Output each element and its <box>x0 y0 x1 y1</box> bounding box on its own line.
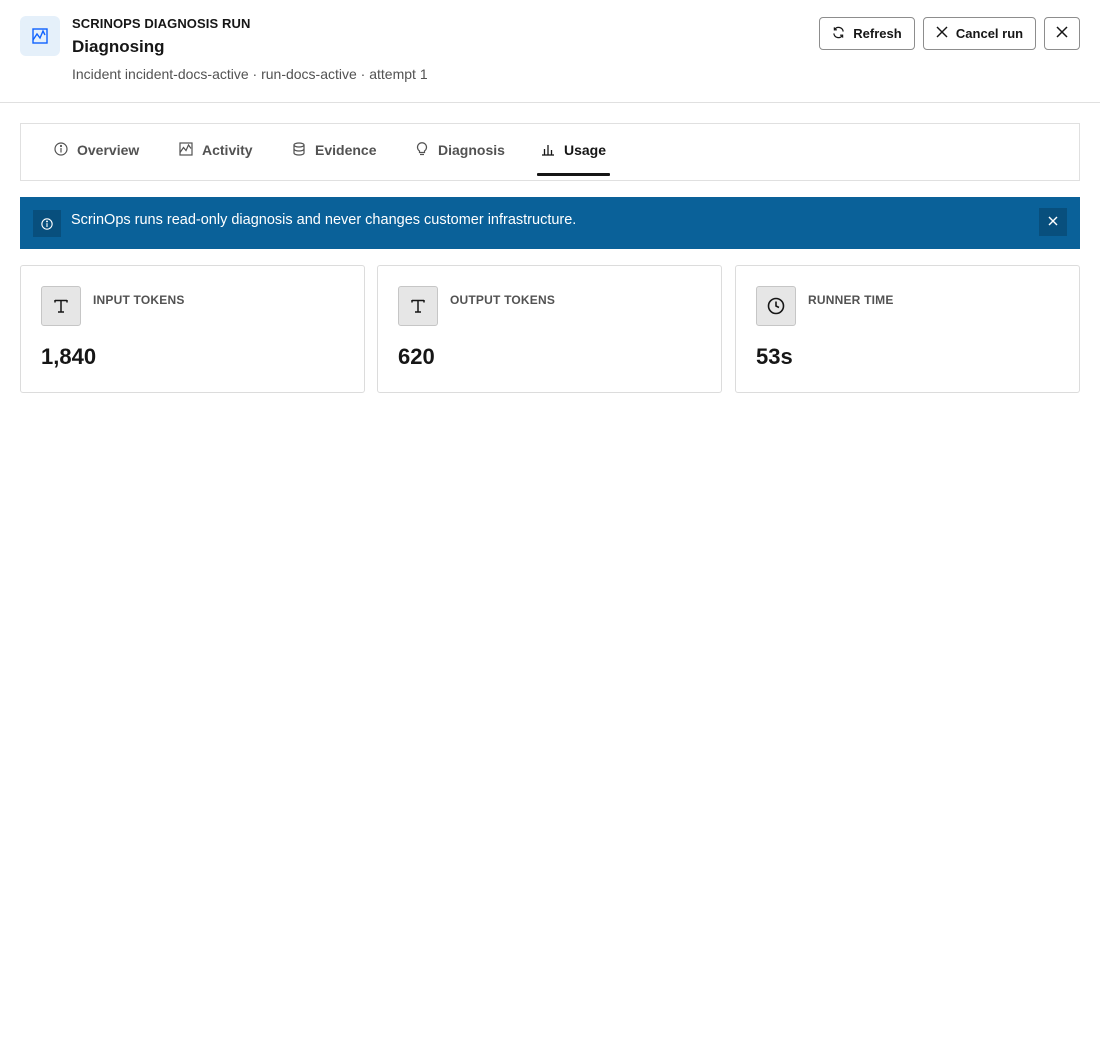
metric-label: OUTPUT TOKENS <box>450 293 556 307</box>
info-icon <box>54 141 68 159</box>
database-icon <box>292 141 306 159</box>
metric-value: 620 <box>398 344 435 369</box>
tab-activity[interactable]: Activity <box>175 124 257 176</box>
run-subtitle: Incident incident-docs-active · run-docs… <box>72 66 428 82</box>
metric-card-input-tokens: INPUT TOKENS 1,840 <box>20 265 365 393</box>
refresh-label: Refresh <box>853 26 902 41</box>
tab-bar: Overview Activity Evidence Diagnosis Usa… <box>20 123 1080 181</box>
metric-value: 1,840 <box>41 344 97 369</box>
page-title: Diagnosing <box>72 37 165 56</box>
tab-diagnosis[interactable]: Diagnosis <box>411 124 509 176</box>
close-icon <box>936 26 948 41</box>
info-icon <box>33 210 61 237</box>
text-icon <box>398 286 438 326</box>
cancel-run-button[interactable]: Cancel run <box>923 17 1036 50</box>
metric-value: 53s <box>756 344 793 369</box>
metric-card-output-tokens: OUTPUT TOKENS 620 <box>377 265 722 393</box>
page-eyebrow: SCRINOPS DIAGNOSIS RUN <box>72 16 251 31</box>
read-only-notice: ScrinOps runs read-only diagnosis and ne… <box>20 197 1080 249</box>
close-icon <box>1048 213 1058 231</box>
tab-evidence[interactable]: Evidence <box>288 124 380 176</box>
bar-chart-icon <box>541 142 555 159</box>
metric-label: INPUT TOKENS <box>93 293 185 307</box>
close-icon <box>1056 26 1068 41</box>
close-panel-button[interactable] <box>1044 17 1080 50</box>
lightbulb-icon <box>415 141 429 159</box>
clock-icon <box>756 286 796 326</box>
tab-label: Overview <box>77 142 140 158</box>
activity-chart-icon <box>20 16 60 56</box>
tab-overview[interactable]: Overview <box>50 124 143 176</box>
tab-label: Usage <box>564 142 607 158</box>
refresh-icon <box>832 26 845 42</box>
tab-usage[interactable]: Usage <box>537 124 611 176</box>
tab-label: Activity <box>202 142 253 158</box>
run-header: SCRINOPS DIAGNOSIS RUN Diagnosing Incide… <box>0 0 1100 103</box>
metric-card-runner-time: RUNNER TIME 53s <box>735 265 1080 393</box>
tab-label: Evidence <box>315 142 377 158</box>
refresh-button[interactable]: Refresh <box>819 17 915 50</box>
activity-chart-icon <box>179 141 193 159</box>
text-icon <box>41 286 81 326</box>
metric-label: RUNNER TIME <box>808 293 894 307</box>
cancel-run-label: Cancel run <box>955 26 1024 41</box>
notice-text: ScrinOps runs read-only diagnosis and ne… <box>71 212 577 228</box>
dismiss-notice-button[interactable] <box>1039 208 1067 236</box>
tab-label: Diagnosis <box>438 142 505 158</box>
